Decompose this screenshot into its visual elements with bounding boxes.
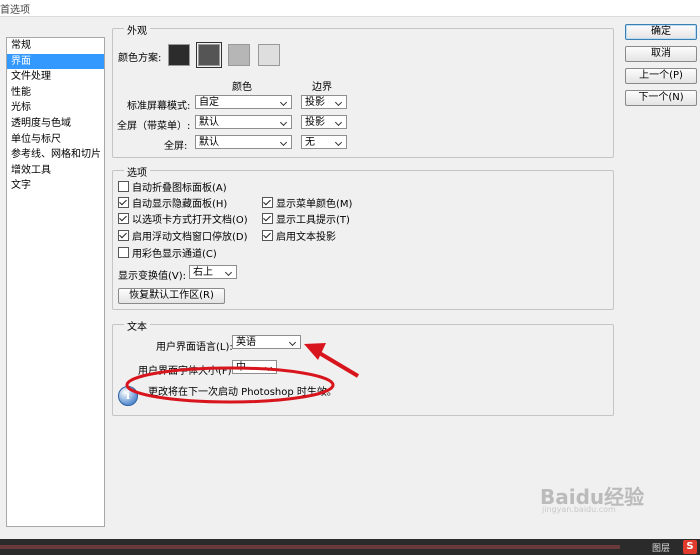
annotation-overlay [125, 343, 360, 404]
s-logo-icon: S [683, 540, 697, 554]
baidu-watermark-url: jingyan.baidu.com [542, 505, 616, 514]
highlight-ellipse [125, 366, 335, 404]
layers-tab[interactable]: 图层 [652, 541, 670, 554]
taskbar-strip [0, 545, 620, 549]
arrow-shaft [314, 349, 360, 378]
arrow-head [304, 343, 326, 360]
bottom-taskbar: 图层 S [0, 539, 700, 555]
